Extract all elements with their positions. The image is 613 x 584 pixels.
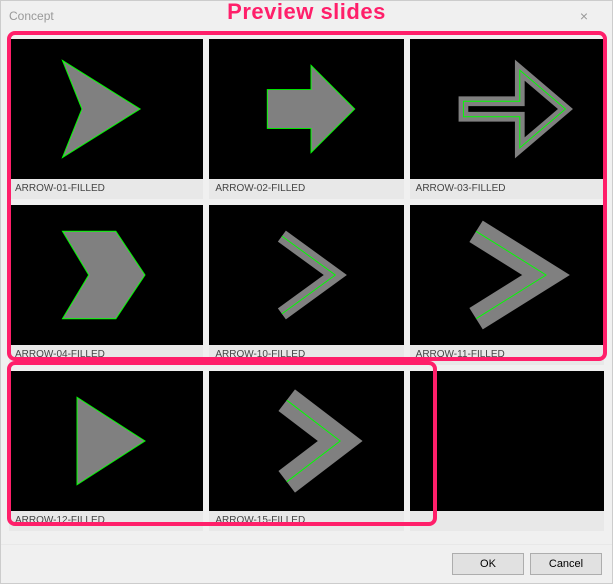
arrow-12-icon — [9, 371, 203, 511]
thumb-arrow-15 — [209, 371, 403, 511]
thumb-arrow-02 — [209, 39, 403, 179]
thumb-arrow-11 — [410, 205, 604, 345]
cancel-button[interactable]: Cancel — [530, 553, 602, 575]
arrow-04-icon — [9, 205, 203, 345]
window-title: Concept — [9, 9, 54, 23]
tile-label: ARROW-03-FILLED — [410, 179, 604, 199]
arrow-03-icon — [410, 39, 604, 179]
preview-tile[interactable]: ARROW-02-FILLED — [209, 39, 403, 199]
thumb-arrow-10 — [209, 205, 403, 345]
tile-label: ARROW-04-FILLED — [9, 345, 203, 365]
close-button[interactable]: × — [564, 2, 604, 30]
tile-label: ARROW-02-FILLED — [209, 179, 403, 199]
preview-tile[interactable]: ARROW-04-FILLED — [9, 205, 203, 365]
thumb-arrow-04 — [9, 205, 203, 345]
arrow-02-icon — [209, 39, 403, 179]
tile-label: ARROW-15-FILLED — [209, 511, 403, 531]
preview-tile[interactable]: ARROW-15-FILLED — [209, 371, 403, 531]
preview-tile-empty — [410, 371, 604, 531]
preview-tile[interactable]: ARROW-12-FILLED — [9, 371, 203, 531]
thumb-arrow-03 — [410, 39, 604, 179]
arrow-15-icon — [209, 371, 403, 511]
thumb-arrow-01 — [9, 39, 203, 179]
ok-button[interactable]: OK — [452, 553, 524, 575]
close-icon: × — [580, 9, 588, 23]
thumb-empty — [410, 371, 604, 511]
preview-grid: ARROW-01-FILLED ARROW-02-FILLED ARROW-03… — [1, 31, 612, 544]
preview-tile[interactable]: ARROW-10-FILLED — [209, 205, 403, 365]
titlebar: Concept × — [1, 1, 612, 31]
concept-dialog: Concept × Preview slides ARROW-01-FILLED… — [0, 0, 613, 584]
preview-tile[interactable]: ARROW-01-FILLED — [9, 39, 203, 199]
tile-label: ARROW-11-FILLED — [410, 345, 604, 365]
tile-label: ARROW-10-FILLED — [209, 345, 403, 365]
thumb-arrow-12 — [9, 371, 203, 511]
tile-label: ARROW-01-FILLED — [9, 179, 203, 199]
arrow-11-icon — [410, 205, 604, 345]
arrow-01-icon — [9, 39, 203, 179]
preview-tile[interactable]: ARROW-03-FILLED — [410, 39, 604, 199]
tile-label: ARROW-12-FILLED — [9, 511, 203, 531]
arrow-10-icon — [209, 205, 403, 345]
preview-tile[interactable]: ARROW-11-FILLED — [410, 205, 604, 365]
button-bar: OK Cancel — [1, 544, 612, 583]
